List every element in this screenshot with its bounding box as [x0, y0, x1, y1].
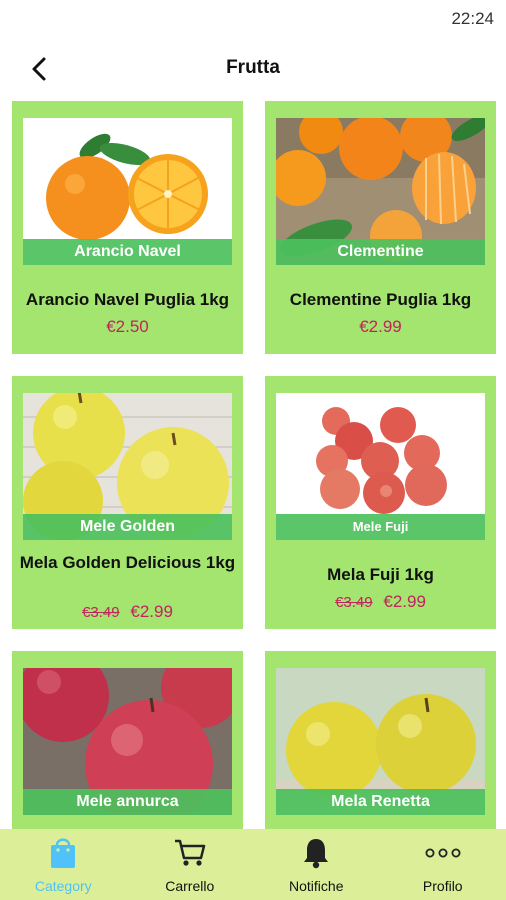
product-card[interactable]: Mele annurca	[12, 651, 243, 829]
shopping-bag-icon	[48, 835, 78, 871]
price-old: €3.49	[82, 604, 120, 621]
product-price: €2.99	[265, 317, 496, 337]
product-image: Mele annurca	[23, 668, 232, 815]
nav-label: Profilo	[422, 878, 463, 894]
product-image: Arancio Navel	[23, 118, 232, 265]
nav-label: Category	[34, 878, 92, 894]
status-time: 22:24	[451, 9, 494, 28]
nav-item-cart[interactable]: Carrello	[127, 829, 254, 900]
price-current: €2.99	[383, 592, 426, 611]
product-card[interactable]: Mele Golden Mela Golden Delicious 1kg €3…	[12, 376, 243, 629]
product-card[interactable]: Clementine Clementine Puglia 1kg €2.99	[265, 101, 496, 354]
product-card[interactable]: Arancio Navel Arancio Navel Puglia 1kg €…	[12, 101, 243, 354]
product-price: €2.50	[12, 317, 243, 337]
product-image: Mele Fuji	[276, 393, 485, 540]
image-label: Arancio Navel	[23, 239, 232, 265]
product-name: Clementine Puglia 1kg	[289, 290, 472, 309]
image-label: Mele annurca	[23, 789, 232, 815]
product-image: Mele Golden	[23, 393, 232, 540]
nav-item-profile[interactable]: Profilo	[380, 829, 506, 900]
price-current: €2.99	[359, 317, 402, 336]
product-name: Mela Fuji 1kg	[327, 565, 434, 584]
nav-item-category[interactable]: Category	[0, 829, 127, 900]
image-label: Mela Renetta	[276, 789, 485, 815]
product-card[interactable]: Mela Renetta	[265, 651, 496, 829]
image-label: Mele Golden	[23, 514, 232, 540]
product-card[interactable]: Mele Fuji Mela Fuji 1kg €3.49 €2.99	[265, 376, 496, 629]
bottom-navigation: Category Carrello Notifiche Profilo	[0, 829, 506, 900]
product-price: €3.49 €2.99	[265, 592, 496, 612]
product-image: Clementine	[276, 118, 485, 265]
bell-icon	[301, 835, 331, 871]
price-old: €3.49	[335, 594, 373, 611]
price-current: €2.50	[106, 317, 149, 336]
product-name: Mela Golden Delicious 1kg	[19, 553, 236, 572]
product-name: Arancio Navel Puglia 1kg	[25, 290, 230, 309]
price-current: €2.99	[130, 602, 173, 621]
product-grid: Arancio Navel Arancio Navel Puglia 1kg €…	[0, 101, 506, 829]
nav-label: Carrello	[165, 878, 215, 894]
status-bar: 22:24	[0, 0, 506, 36]
nav-item-notifications[interactable]: Notifiche	[253, 829, 380, 900]
page-title: Frutta	[226, 57, 280, 78]
more-dots-icon	[425, 835, 461, 871]
product-price: €3.49 €2.99	[12, 602, 243, 622]
image-label: Clementine	[276, 239, 485, 265]
product-image: Mela Renetta	[276, 668, 485, 815]
cart-icon	[173, 835, 207, 871]
nav-label: Notifiche	[289, 878, 344, 894]
app-header: Frutta	[0, 40, 506, 96]
image-label: Mele Fuji	[276, 514, 485, 540]
